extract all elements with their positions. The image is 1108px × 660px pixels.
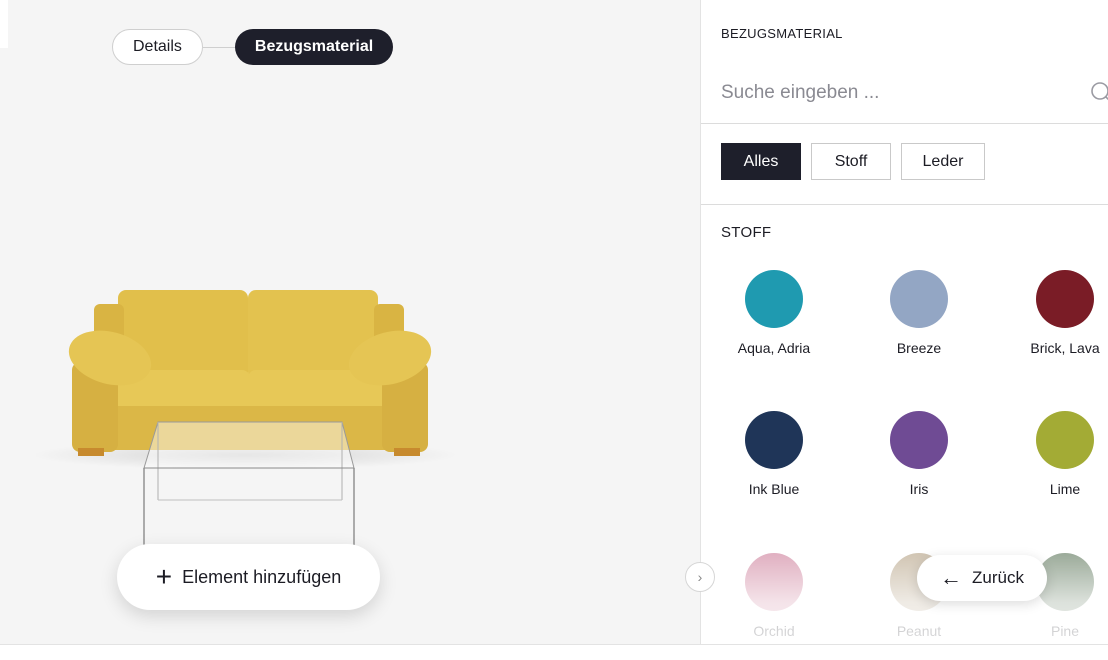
swatch-color	[745, 270, 803, 328]
step-details-button[interactable]: Details	[112, 29, 203, 65]
back-button[interactable]: ← Zurück	[917, 555, 1047, 601]
swatch-label: Brick, Lava	[1030, 340, 1100, 356]
swatch-color	[1036, 270, 1094, 328]
filter-fabric[interactable]: Stoff	[811, 143, 891, 180]
swatch-color	[745, 553, 803, 611]
swatch-color	[890, 411, 948, 469]
swatch-label: Ink Blue	[748, 481, 800, 497]
search-input[interactable]	[721, 76, 1071, 110]
chevron-right-icon: ›	[697, 569, 703, 585]
swatch-brick-lava[interactable]: Brick, Lava	[1010, 270, 1108, 356]
divider	[701, 204, 1108, 205]
swatch-label: Iris	[909, 481, 929, 497]
glass-table-image[interactable]	[142, 420, 356, 550]
swatch-iris[interactable]: Iris	[864, 411, 974, 497]
panel-title: BEZUGSMATERIAL	[721, 26, 843, 41]
configurator-canvas[interactable]: Details Bezugsmaterial + Element hinzufü…	[0, 0, 700, 644]
swatch-color	[745, 411, 803, 469]
corner-patch	[0, 0, 8, 48]
step-connector	[202, 46, 235, 48]
bottom-bar	[0, 644, 1108, 660]
swatch-aqua-adria[interactable]: Aqua, Adria	[719, 270, 829, 356]
step-material-button[interactable]: Bezugsmaterial	[234, 29, 394, 65]
swatch-color	[1036, 411, 1094, 469]
collapse-panel-button[interactable]: ›	[685, 562, 715, 592]
step-navigation: Details Bezugsmaterial	[112, 28, 394, 66]
filter-leather[interactable]: Leder	[901, 143, 985, 180]
swatch-label: Pine	[1050, 623, 1080, 639]
add-element-button[interactable]: + Element hinzufügen	[117, 544, 380, 610]
swatch-label: Aqua, Adria	[737, 340, 811, 356]
swatch-label: Lime	[1049, 481, 1081, 497]
swatch-label: Orchid	[753, 623, 795, 639]
swatch-breeze[interactable]: Breeze	[864, 270, 974, 356]
swatch-ink-blue[interactable]: Ink Blue	[719, 411, 829, 497]
swatch-label: Peanut	[896, 623, 942, 639]
search-icon[interactable]	[1089, 80, 1108, 106]
swatch-label: Breeze	[896, 340, 942, 356]
back-label: Zurück	[972, 568, 1024, 587]
plus-icon: +	[155, 561, 173, 592]
add-element-label: Element hinzufügen	[182, 566, 342, 587]
search-bar	[701, 62, 1108, 124]
arrow-left-icon: ←	[940, 565, 963, 590]
material-panel: BEZUGSMATERIAL Alles Stoff Leder STOFF A…	[700, 0, 1108, 644]
swatch-color	[890, 270, 948, 328]
swatch-orchid[interactable]: Orchid	[719, 553, 829, 639]
filter-all[interactable]: Alles	[721, 143, 801, 180]
section-title-fabric: STOFF	[721, 224, 772, 241]
material-filter-tabs: Alles Stoff Leder	[721, 143, 985, 180]
swatch-lime[interactable]: Lime	[1010, 411, 1108, 497]
